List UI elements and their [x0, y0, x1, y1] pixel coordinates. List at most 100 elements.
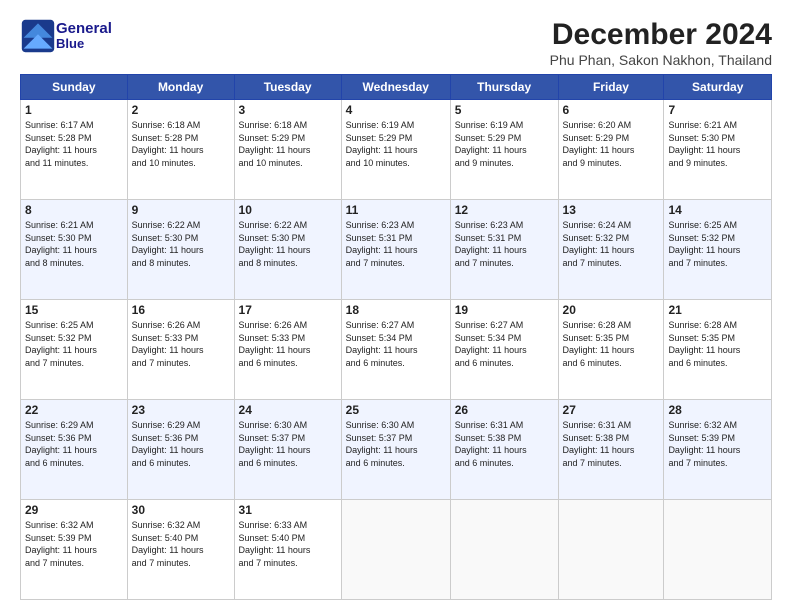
table-cell: [341, 500, 450, 600]
day-number: 9: [132, 203, 230, 217]
day-number: 23: [132, 403, 230, 417]
day-number: 30: [132, 503, 230, 517]
cell-info: Sunrise: 6:19 AMSunset: 5:29 PMDaylight:…: [455, 120, 527, 168]
cell-info: Sunrise: 6:18 AMSunset: 5:29 PMDaylight:…: [239, 120, 311, 168]
cell-info: Sunrise: 6:28 AMSunset: 5:35 PMDaylight:…: [563, 320, 635, 368]
table-cell: 20 Sunrise: 6:28 AMSunset: 5:35 PMDayligh…: [558, 300, 664, 400]
day-number: 7: [668, 103, 767, 117]
calendar-title: December 2024: [550, 18, 772, 52]
table-cell: 15 Sunrise: 6:25 AMSunset: 5:32 PMDayligh…: [21, 300, 128, 400]
calendar-table: Sunday Monday Tuesday Wednesday Thursday…: [20, 74, 772, 600]
table-cell: 13Sunrise: 6:24 AMSunset: 5:32 PMDayligh…: [558, 200, 664, 300]
table-cell: 29Sunrise: 6:32 AMSunset: 5:39 PMDayligh…: [21, 500, 128, 600]
cell-info: Sunrise: 6:31 AMSunset: 5:38 PMDaylight:…: [563, 420, 635, 468]
day-number: 8: [25, 203, 123, 217]
cell-info: Sunrise: 6:17 AMSunset: 5:28 PMDaylight:…: [25, 120, 97, 168]
cell-info: Sunrise: 6:26 AMSunset: 5:33 PMDaylight:…: [239, 320, 311, 368]
logo-line1: General: [56, 21, 112, 38]
calendar-row: 15 Sunrise: 6:25 AMSunset: 5:32 PMDayligh…: [21, 300, 772, 400]
day-number: 1: [25, 103, 123, 117]
logo-icon: [20, 18, 56, 54]
calendar-row: 29Sunrise: 6:32 AMSunset: 5:39 PMDayligh…: [21, 500, 772, 600]
cell-info: Sunrise: 6:29 AMSunset: 5:36 PMDaylight:…: [25, 420, 97, 468]
page: General Blue December 2024 Phu Phan, Sak…: [0, 0, 792, 612]
cell-info: Sunrise: 6:32 AMSunset: 5:40 PMDaylight:…: [132, 520, 204, 568]
table-cell: 5 Sunrise: 6:19 AMSunset: 5:29 PMDaylight…: [450, 100, 558, 200]
cell-info: Sunrise: 6:21 AMSunset: 5:30 PMDaylight:…: [25, 220, 97, 268]
table-cell: 31Sunrise: 6:33 AMSunset: 5:40 PMDayligh…: [234, 500, 341, 600]
table-cell: 9 Sunrise: 6:22 AMSunset: 5:30 PMDaylight…: [127, 200, 234, 300]
cell-info: Sunrise: 6:22 AMSunset: 5:30 PMDaylight:…: [132, 220, 204, 268]
table-cell: [664, 500, 772, 600]
header-saturday: Saturday: [664, 75, 772, 100]
day-number: 17: [239, 303, 337, 317]
cell-info: Sunrise: 6:31 AMSunset: 5:38 PMDaylight:…: [455, 420, 527, 468]
logo-area: General Blue: [20, 18, 112, 54]
day-number: 26: [455, 403, 554, 417]
title-area: December 2024 Phu Phan, Sakon Nakhon, Th…: [550, 18, 772, 68]
header-thursday: Thursday: [450, 75, 558, 100]
calendar-row: 1 Sunrise: 6:17 AMSunset: 5:28 PMDaylight…: [21, 100, 772, 200]
cell-info: Sunrise: 6:30 AMSunset: 5:37 PMDaylight:…: [239, 420, 311, 468]
table-cell: 30 Sunrise: 6:32 AMSunset: 5:40 PMDayligh…: [127, 500, 234, 600]
day-number: 18: [346, 303, 446, 317]
cell-info: Sunrise: 6:18 AMSunset: 5:28 PMDaylight:…: [132, 120, 204, 168]
day-number: 5: [455, 103, 554, 117]
header-tuesday: Tuesday: [234, 75, 341, 100]
cell-info: Sunrise: 6:21 AMSunset: 5:30 PMDaylight:…: [668, 120, 740, 168]
header-sunday: Sunday: [21, 75, 128, 100]
day-number: 20: [563, 303, 660, 317]
table-cell: 27 Sunrise: 6:31 AMSunset: 5:38 PMDayligh…: [558, 400, 664, 500]
header: General Blue December 2024 Phu Phan, Sak…: [20, 18, 772, 68]
day-number: 14: [668, 203, 767, 217]
logo-line2: Blue: [56, 37, 112, 51]
day-number: 4: [346, 103, 446, 117]
day-number: 25: [346, 403, 446, 417]
table-cell: 24Sunrise: 6:30 AMSunset: 5:37 PMDayligh…: [234, 400, 341, 500]
table-cell: [558, 500, 664, 600]
cell-info: Sunrise: 6:20 AMSunset: 5:29 PMDaylight:…: [563, 120, 635, 168]
table-cell: 26 Sunrise: 6:31 AMSunset: 5:38 PMDayligh…: [450, 400, 558, 500]
day-number: 22: [25, 403, 123, 417]
calendar-subtitle: Phu Phan, Sakon Nakhon, Thailand: [550, 52, 772, 68]
day-number: 31: [239, 503, 337, 517]
day-number: 15: [25, 303, 123, 317]
cell-info: Sunrise: 6:32 AMSunset: 5:39 PMDaylight:…: [25, 520, 97, 568]
logo-text: General Blue: [56, 21, 112, 52]
table-cell: 23 Sunrise: 6:29 AMSunset: 5:36 PMDayligh…: [127, 400, 234, 500]
cell-info: Sunrise: 6:32 AMSunset: 5:39 PMDaylight:…: [668, 420, 740, 468]
table-cell: 11Sunrise: 6:23 AMSunset: 5:31 PMDayligh…: [341, 200, 450, 300]
cell-info: Sunrise: 6:27 AMSunset: 5:34 PMDaylight:…: [455, 320, 527, 368]
cell-info: Sunrise: 6:29 AMSunset: 5:36 PMDaylight:…: [132, 420, 204, 468]
cell-info: Sunrise: 6:28 AMSunset: 5:35 PMDaylight:…: [668, 320, 740, 368]
day-number: 28: [668, 403, 767, 417]
cell-info: Sunrise: 6:27 AMSunset: 5:34 PMDaylight:…: [346, 320, 418, 368]
calendar-row: 8 Sunrise: 6:21 AMSunset: 5:30 PMDaylight…: [21, 200, 772, 300]
table-cell: 8 Sunrise: 6:21 AMSunset: 5:30 PMDaylight…: [21, 200, 128, 300]
day-number: 10: [239, 203, 337, 217]
table-cell: 12Sunrise: 6:23 AMSunset: 5:31 PMDayligh…: [450, 200, 558, 300]
table-cell: 19 Sunrise: 6:27 AMSunset: 5:34 PMDayligh…: [450, 300, 558, 400]
cell-info: Sunrise: 6:26 AMSunset: 5:33 PMDaylight:…: [132, 320, 204, 368]
calendar-row: 22 Sunrise: 6:29 AMSunset: 5:36 PMDayligh…: [21, 400, 772, 500]
weekday-header-row: Sunday Monday Tuesday Wednesday Thursday…: [21, 75, 772, 100]
cell-info: Sunrise: 6:22 AMSunset: 5:30 PMDaylight:…: [239, 220, 311, 268]
table-cell: 10 Sunrise: 6:22 AMSunset: 5:30 PMDayligh…: [234, 200, 341, 300]
day-number: 19: [455, 303, 554, 317]
header-wednesday: Wednesday: [341, 75, 450, 100]
cell-info: Sunrise: 6:25 AMSunset: 5:32 PMDaylight:…: [25, 320, 97, 368]
table-cell: 21 Sunrise: 6:28 AMSunset: 5:35 PMDayligh…: [664, 300, 772, 400]
cell-info: Sunrise: 6:25 AMSunset: 5:32 PMDaylight:…: [668, 220, 740, 268]
cell-info: Sunrise: 6:19 AMSunset: 5:29 PMDaylight:…: [346, 120, 418, 168]
table-cell: 2 Sunrise: 6:18 AMSunset: 5:28 PMDaylight…: [127, 100, 234, 200]
day-number: 3: [239, 103, 337, 117]
table-cell: [450, 500, 558, 600]
day-number: 2: [132, 103, 230, 117]
cell-info: Sunrise: 6:30 AMSunset: 5:37 PMDaylight:…: [346, 420, 418, 468]
cell-info: Sunrise: 6:24 AMSunset: 5:32 PMDaylight:…: [563, 220, 635, 268]
table-cell: 14 Sunrise: 6:25 AMSunset: 5:32 PMDayligh…: [664, 200, 772, 300]
table-cell: 7 Sunrise: 6:21 AMSunset: 5:30 PMDaylight…: [664, 100, 772, 200]
day-number: 27: [563, 403, 660, 417]
day-number: 21: [668, 303, 767, 317]
day-number: 6: [563, 103, 660, 117]
